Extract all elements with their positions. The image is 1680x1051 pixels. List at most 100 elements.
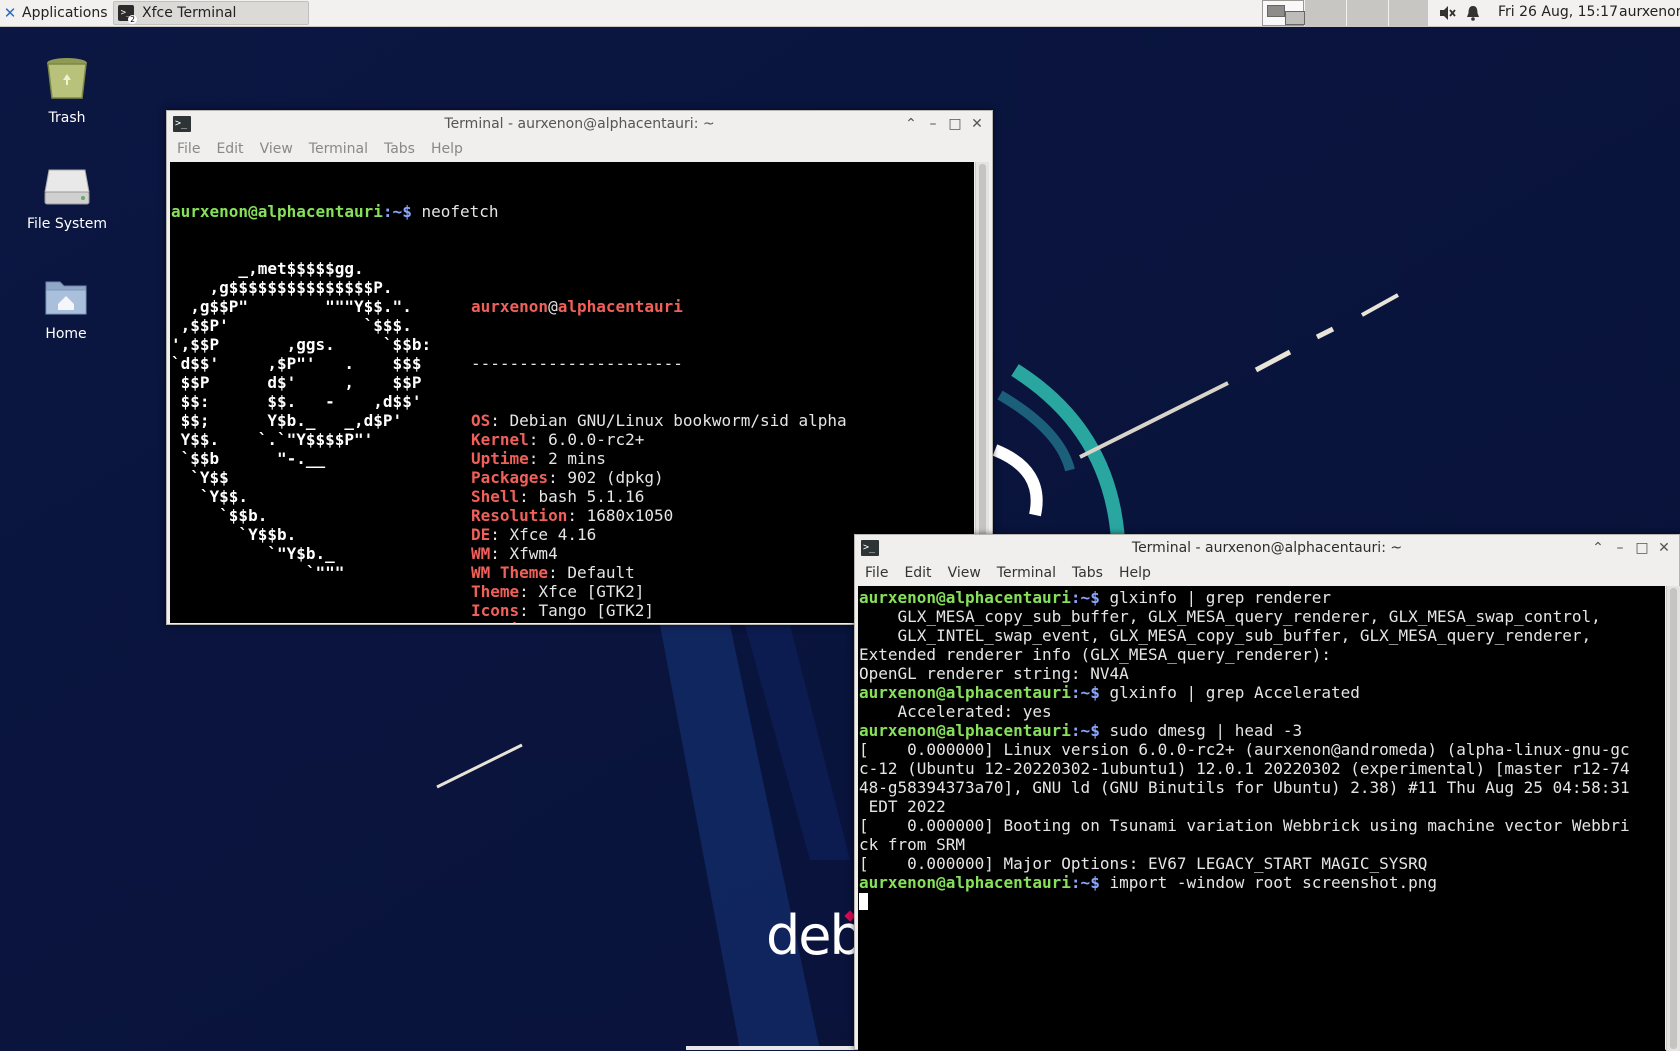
home-folder-icon [45,281,87,315]
prompt-line: aurxenon@alphacentauri:~$ glxinfo | grep… [859,588,1664,607]
info-key: Terminal [471,620,548,623]
window-titlebar[interactable]: >_ Terminal - aurxenon@alphacentauri: ~ … [167,111,992,137]
terminal-window-glxinfo[interactable]: >_ Terminal - aurxenon@alphacentauri: ~ … [854,534,1680,1051]
menu-tabs[interactable]: Tabs [1064,561,1111,586]
desktop-icon-file-system[interactable]: File System [22,164,112,232]
output-line: c-12 (Ubuntu 12-20220302-1ubuntu1) 12.0.… [859,759,1630,778]
applications-label: Applications [22,5,108,21]
system-info: aurxenon@alphacentauri -----------------… [471,259,847,623]
prompt-line: aurxenon@alphacentauri:~$ sudo dmesg | h… [859,721,1664,740]
desktop-icon-home[interactable]: Home [21,274,111,342]
window-titlebar[interactable]: >_ Terminal - aurxenon@alphacentauri: ~ … [855,535,1679,561]
menubar: File Edit View Terminal Tabs Help [855,561,1679,586]
cursor-line [859,892,1664,911]
info-wm: WM: Xfwm4 [471,544,847,563]
prompt-path: :~$ [1070,873,1100,892]
info-key: Kernel [471,430,529,449]
workspace-3[interactable] [1347,0,1388,26]
output-line: [ 0.000000] Major Options: EV67 LEGACY_S… [859,854,1428,873]
maximize-button[interactable]: □ [944,116,966,132]
trash-icon [47,58,87,99]
menu-edit[interactable]: Edit [896,561,939,586]
workspace-2[interactable] [1305,0,1346,26]
menu-view[interactable]: View [940,561,989,586]
info-key: OS [471,411,491,430]
minimize-button[interactable]: – [922,116,944,132]
volume-muted-icon[interactable] [1438,4,1456,22]
logo-line: _,met$$$$$gg. [171,259,364,278]
text-cursor [859,893,868,910]
logo-line: `Y$$b. [171,525,297,544]
command-text: import -window root screenshot.png [1099,873,1437,892]
prompt-user-host: aurxenon@alphacentauri [859,683,1071,702]
maximize-button[interactable]: □ [1631,540,1653,556]
neofetch-output: _,met$$$$$gg. ,g$$$$$$$$$$$$$$$P. ,g$$P"… [171,259,973,623]
window-title: Terminal - aurxenon@alphacentauri: ~ [444,116,715,132]
workspace-1[interactable] [1262,0,1305,26]
info-resolution: Resolution: 1680x1050 [471,506,847,525]
debian-ascii-logo: _,met$$$$$gg. ,g$$$$$$$$$$$$$$$P. ,g$$P"… [171,259,431,582]
top-panel: ✕ Applications >_ 2 Xfce Terminal Fri 26 … [0,0,1680,27]
menu-file[interactable]: File [855,561,896,586]
info-value: : xfce4-terminal [548,620,702,623]
prompt-line: aurxenon@alphacentauri:~$ import -window… [859,873,1664,892]
menu-edit[interactable]: Edit [208,137,251,162]
menu-view[interactable]: View [252,137,301,162]
clock[interactable]: Fri 26 Aug, 15:17 [1498,0,1618,26]
menu-help[interactable]: Help [1111,561,1159,586]
shade-button[interactable]: ⌃ [1587,540,1609,556]
output-line: [ 0.000000] Booting on Tsunami variation… [859,816,1630,835]
info-value: : 2 mins [528,449,606,468]
xfce-logo-icon: ✕ [3,4,17,22]
taskbar-item-label: Xfce Terminal [142,5,237,21]
info-theme: Theme: Xfce [GTK2] [471,582,847,601]
close-button[interactable]: ✕ [1653,540,1675,556]
output-line: GLX_INTEL_swap_event, GLX_MESA_copy_sub_… [859,626,1592,645]
menu-help[interactable]: Help [423,137,471,162]
logo-line: ',$$P ,ggs. `$$b: [171,335,432,354]
logo-line: `Y$$ [171,468,229,487]
menu-tabs[interactable]: Tabs [376,137,423,162]
shade-button[interactable]: ⌃ [900,116,922,132]
applications-menu-button[interactable]: ✕ Applications [0,0,108,26]
output-line: Extended renderer info (GLX_MESA_query_r… [859,645,1332,664]
desktop-icon-trash[interactable]: Trash [22,54,112,126]
info-value: : Xfce 4.16 [490,525,597,544]
desktop-icon-label: Home [45,326,87,342]
logo-line: `Y$$. [171,487,249,506]
info-value: : Xfwm4 [490,544,558,563]
minimize-button[interactable]: – [1609,540,1631,556]
info-value: : Xfce [GTK2] [519,582,645,601]
info-wm-theme: WM Theme: Default [471,563,847,582]
menu-terminal[interactable]: Terminal [989,561,1064,586]
terminal-output[interactable]: aurxenon@alphacentauri :~$ glxinfo | grep… [858,586,1665,1051]
close-button[interactable]: ✕ [966,116,988,132]
logo-line: $$; Y$b._ _,d$P' [171,411,403,430]
workspace-4[interactable] [1389,0,1428,26]
notification-bell-icon[interactable] [1464,4,1482,22]
info-icons: Icons: Tango [GTK2] [471,601,847,620]
drive-icon [44,169,90,205]
info-key: Uptime [471,449,529,468]
user-menu[interactable]: aurxenon [1619,0,1680,26]
menu-terminal[interactable]: Terminal [301,137,376,162]
logo-line: ,$$P' `$$$. [171,316,412,335]
command-text: glxinfo | grep renderer [1099,588,1332,607]
output-line: GLX_MESA_copy_sub_buffer, GLX_MESA_query… [859,607,1601,626]
logo-line: $$: $$. - ,d$$' [171,392,422,411]
logo-line: ,g$$P" """Y$$.". [171,297,412,316]
output-line: ck from SRM [859,835,965,854]
output-line: Accelerated: yes [859,702,1052,721]
scrollbar[interactable] [1666,586,1680,1051]
taskbar-item-xfce-terminal[interactable]: >_ 2 Xfce Terminal [113,1,309,25]
info-key: Shell [471,487,520,506]
logo-line: `$$b. [171,506,268,525]
menu-file[interactable]: File [167,137,208,162]
prompt-line: aurxenon@alphacentauri:~$ neofetch [171,202,499,221]
info-value: : Debian GNU/Linux bookworm/sid alpha [490,411,847,430]
info-terminal: Terminal: xfce4-terminal [471,620,847,623]
menubar: File Edit View Terminal Tabs Help [167,137,992,162]
command-text: glxinfo | grep Accelerated [1099,683,1360,702]
info-kernel: Kernel: 6.0.0-rc2+ [471,430,847,449]
output-line: OpenGL renderer string: NV4A [859,664,1129,683]
